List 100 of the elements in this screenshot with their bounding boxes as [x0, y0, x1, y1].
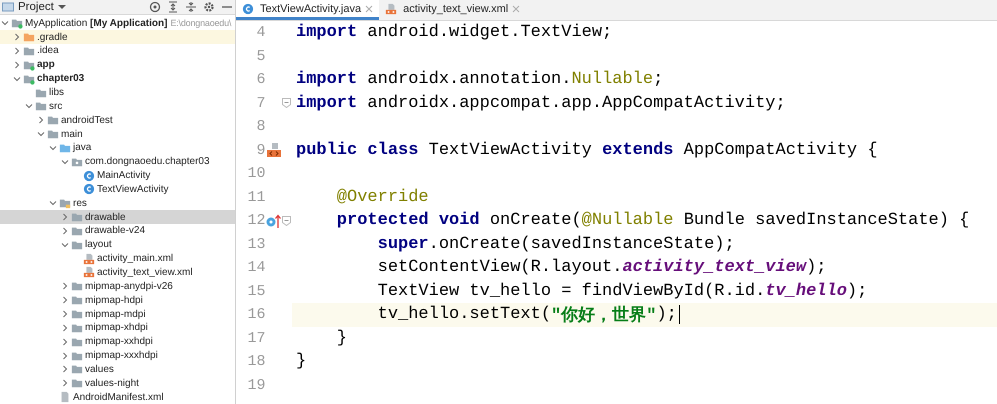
tree-item[interactable]: com.dongnaoedu.chapter03: [0, 154, 235, 169]
code-line: protected void onCreate(@Nullable Bundle savedInstanceState) {: [336, 211, 970, 230]
item-label: res: [73, 198, 87, 209]
tree-item[interactable]: mipmap-xhdpi: [0, 320, 235, 335]
folder-icon: [71, 211, 83, 224]
chevron-right-icon[interactable]: [61, 352, 69, 360]
chevron-right-icon[interactable]: [61, 226, 69, 235]
code-line: super.onCreate(savedInstanceState);: [376, 234, 735, 254]
item-label: mipmap-xxxhdpi: [85, 350, 158, 362]
tree-item[interactable]: layout: [0, 238, 235, 252]
manifest-file-icon: [59, 391, 71, 404]
item-label: mipmap-xxhdpi: [85, 336, 153, 348]
module-folder-icon: [11, 17, 23, 30]
tree-item[interactable]: src: [0, 99, 235, 114]
tree-item[interactable]: .gradle: [0, 30, 235, 44]
layout-file-icon[interactable]: [266, 142, 282, 158]
tree-item[interactable]: drawable-v24: [0, 224, 235, 238]
tree-item[interactable]: app: [0, 58, 235, 72]
class-icon: [242, 2, 254, 14]
item-label: mipmap-anydpi-v26: [85, 280, 173, 292]
tree-item[interactable]: main: [0, 127, 235, 141]
folder-icon: [71, 224, 83, 237]
fold-marker-icon[interactable]: [282, 98, 292, 108]
code-line: TextView tv_hello = findViewById(R.id.tv_hello);: [376, 282, 868, 301]
chevron-down-icon[interactable]: [37, 130, 45, 138]
tree-item[interactable]: res: [0, 196, 235, 210]
folder-icon: [71, 238, 83, 251]
tree-item[interactable]: mipmap-anydpi-v26: [0, 279, 235, 294]
tree-item[interactable]: java: [0, 140, 235, 155]
folder-icon: [59, 142, 71, 154]
line-number: 16: [246, 306, 266, 324]
tree-item[interactable]: activity_text_view.xml: [0, 266, 235, 280]
chevron-right-icon[interactable]: [61, 338, 69, 346]
folder-icon: [71, 336, 83, 348]
chevron-right-icon[interactable]: [61, 379, 69, 388]
chevron-right-icon[interactable]: [61, 296, 69, 304]
folder-icon: [71, 363, 83, 376]
tree-item[interactable]: mipmap-xxxhdpi: [0, 348, 235, 362]
chevron-down-icon[interactable]: [61, 240, 69, 249]
chevron-right-icon[interactable]: [37, 116, 45, 124]
tree-item[interactable]: MyApplication [My Application] E:\dongnaoedu\: [0, 16, 235, 30]
item-label: chapter03: [37, 73, 84, 84]
item-label: values: [85, 364, 114, 375]
tree-item[interactable]: values: [0, 362, 235, 376]
chevron-right-icon[interactable]: [61, 282, 69, 290]
tree-item[interactable]: drawable: [0, 210, 235, 224]
locate-icon[interactable]: [149, 1, 161, 14]
chevron-down-icon[interactable]: [61, 158, 69, 166]
chevron-right-icon[interactable]: [13, 33, 21, 42]
item-label: activity_text_view.xml: [97, 266, 193, 278]
chevron-down-icon[interactable]: [13, 74, 21, 83]
chevron-down-icon[interactable]: [1, 19, 9, 28]
chevron-down-icon[interactable]: [25, 102, 33, 110]
editor-tab[interactable]: activity_text_view.xml: [379, 0, 526, 20]
tree-item[interactable]: TextViewActivity: [0, 182, 235, 196]
folder-icon: [23, 44, 35, 57]
expand-all-icon[interactable]: [167, 1, 179, 14]
tree-item[interactable]: androidTest: [0, 113, 235, 128]
chevron-right-icon[interactable]: [61, 365, 69, 374]
tree-item[interactable]: MainActivity: [0, 168, 235, 182]
folder-icon: [71, 322, 83, 334]
xml-file-icon: [385, 2, 398, 14]
folder-icon: [71, 294, 83, 306]
tree-item[interactable]: activity_main.xml: [0, 252, 235, 266]
tree-item[interactable]: .idea: [0, 44, 235, 58]
collapse-all-icon[interactable]: [185, 1, 197, 14]
tree-item[interactable]: chapter03: [0, 72, 235, 86]
chevron-right-icon[interactable]: [13, 46, 21, 55]
chevron-right-icon[interactable]: [61, 213, 69, 222]
chevron-right-icon[interactable]: [61, 324, 69, 332]
folder-icon: [71, 280, 83, 292]
tree-item[interactable]: AndroidManifest.xml: [0, 390, 235, 404]
chevron-down-icon[interactable]: [49, 144, 57, 152]
tree-item[interactable]: mipmap-xxhdpi: [0, 334, 235, 349]
window-icon: [2, 1, 14, 14]
chevron-right-icon[interactable]: [61, 310, 69, 318]
folder-icon: [71, 377, 83, 390]
tree-item[interactable]: values-night: [0, 376, 235, 390]
item-label: layout: [85, 239, 112, 250]
item-label: values-night: [85, 378, 139, 389]
item-label: mipmap-xhdpi: [85, 322, 148, 334]
item-label: src: [49, 100, 62, 112]
item-label: MainActivity: [97, 170, 150, 182]
line-number: 5: [255, 48, 266, 65]
fold-marker-icon[interactable]: [282, 216, 292, 226]
code-line: }: [336, 328, 348, 348]
settings-icon[interactable]: [203, 1, 215, 14]
chevron-down-icon[interactable]: [49, 199, 57, 208]
override-icon[interactable]: [266, 212, 282, 229]
folder-icon: [47, 128, 59, 140]
chevron-right-icon[interactable]: [13, 60, 21, 69]
code-line: import android.widget.TextView;: [295, 23, 612, 42]
tree-item[interactable]: mipmap-hdpi: [0, 293, 235, 308]
folder-icon: [35, 86, 47, 99]
tree-item[interactable]: mipmap-mdpi: [0, 307, 235, 321]
folder-icon: [59, 197, 71, 210]
editor-tab[interactable]: TextViewActivity.java: [236, 0, 380, 20]
tree-item[interactable]: libs: [0, 86, 235, 100]
item-label: androidTest: [61, 114, 113, 126]
code-line: }: [295, 352, 306, 372]
